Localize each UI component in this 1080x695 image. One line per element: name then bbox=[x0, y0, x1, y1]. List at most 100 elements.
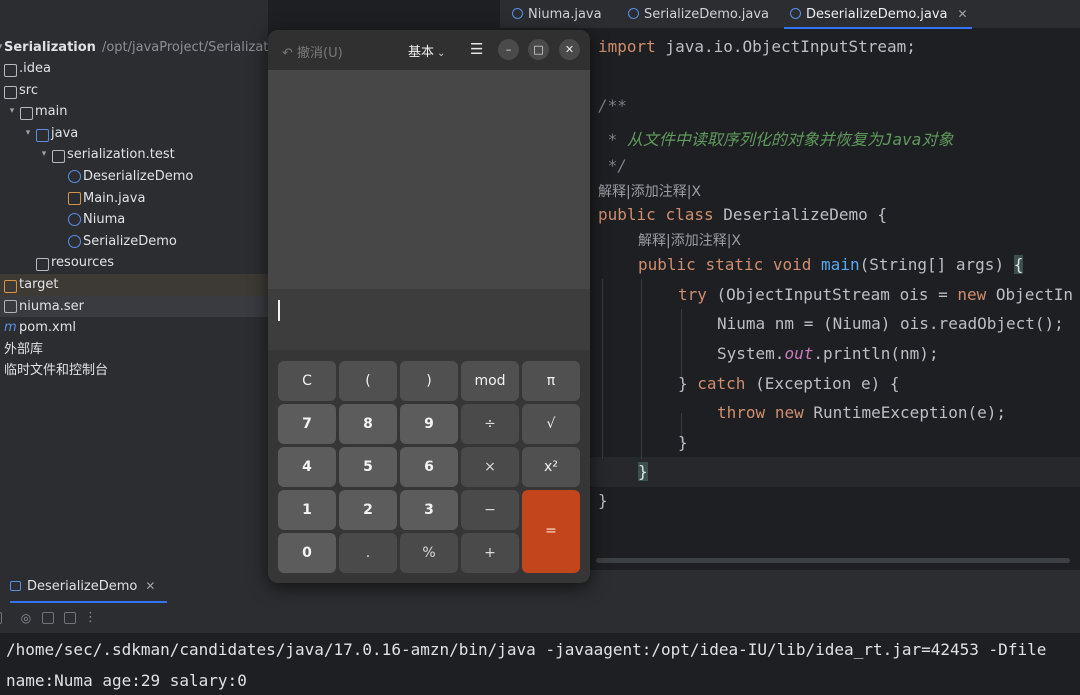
tab-serializedemo-java[interactable]: SerializeDemo.java bbox=[628, 0, 769, 29]
tree-item-label: main bbox=[35, 104, 68, 120]
tree-item[interactable]: ▸临时文件和控制台 bbox=[0, 360, 268, 382]
tree-item[interactable]: ▾ java bbox=[0, 123, 268, 145]
folder-icon bbox=[52, 150, 65, 164]
chevron-down-icon[interactable]: ▾ bbox=[38, 144, 50, 166]
chevron-down-icon[interactable]: ▾ bbox=[6, 101, 18, 123]
inlay-hint-method[interactable]: 解释|添加注释|X bbox=[638, 230, 741, 250]
tree-item[interactable]: DeserializeDemo bbox=[0, 166, 268, 188]
calculator-entry-field[interactable] bbox=[268, 289, 590, 350]
calc-key[interactable]: 8 bbox=[339, 404, 397, 444]
run-toolbar: ◎ ⋮ bbox=[0, 604, 1080, 634]
calc-key[interactable]: % bbox=[400, 533, 458, 573]
calc-key[interactable]: π bbox=[522, 361, 580, 401]
calc-key[interactable]: 1 bbox=[278, 490, 336, 530]
restore-layout-icon[interactable] bbox=[42, 612, 54, 624]
tree-item[interactable]: Niuma bbox=[0, 209, 268, 231]
folder-icon bbox=[20, 107, 33, 121]
tree-item-label: niuma.ser bbox=[19, 298, 84, 314]
tree-item[interactable]: SerializeDemo bbox=[0, 231, 268, 253]
chevron-down-icon[interactable]: ▾ bbox=[0, 80, 2, 102]
camera-icon[interactable]: ◎ bbox=[20, 612, 32, 624]
inlay-hint-class[interactable]: 解释|添加注释|X bbox=[598, 181, 701, 201]
tree-item-label: .idea bbox=[19, 61, 51, 76]
minimize-button[interactable]: – bbox=[498, 39, 519, 60]
code-editor[interactable]: import java.io.ObjectInputStream; /** * … bbox=[590, 29, 1080, 567]
maximize-button[interactable]: □ bbox=[528, 39, 549, 60]
undo-button[interactable]: ↶ 撤消(U) bbox=[282, 42, 343, 61]
indent-guide bbox=[641, 279, 642, 459]
close-icon[interactable]: ✕ bbox=[958, 7, 968, 21]
editor-horizontal-scrollbar[interactable] bbox=[596, 558, 1070, 563]
tree-item-label: resources bbox=[51, 255, 115, 271]
tree-item[interactable]: ▸ target bbox=[0, 273, 268, 296]
tree-item[interactable]: ▾ main bbox=[0, 101, 268, 123]
chevron-right-icon[interactable]: ▸ bbox=[0, 339, 2, 361]
calc-key[interactable]: C bbox=[278, 361, 336, 401]
console-line: /home/sec/.sdkman/candidates/java/17.0.1… bbox=[6, 640, 1047, 659]
maven-icon: m bbox=[4, 320, 17, 336]
tree-root-row[interactable]: ▾ Serialization/opt/javaProject/Serializ… bbox=[0, 37, 288, 59]
tree-item[interactable]: resources bbox=[0, 252, 268, 274]
tab-label: SerializeDemo.java bbox=[644, 7, 769, 22]
tree-item[interactable]: Main.java bbox=[0, 188, 268, 210]
project-tree-panel: ▾ Serialization/opt/javaProject/Serializ… bbox=[0, 0, 288, 570]
pin-tab-icon[interactable] bbox=[64, 612, 76, 624]
tree-item-label: src bbox=[19, 82, 38, 98]
tab-label: Niuma.java bbox=[528, 7, 602, 22]
calc-key[interactable]: √ bbox=[522, 404, 580, 444]
close-icon[interactable]: ✕ bbox=[145, 579, 155, 593]
calc-key[interactable]: 3 bbox=[400, 490, 458, 530]
editor-tab-bar: Niuma.java SerializeDemo.java Deserializ… bbox=[500, 0, 1080, 29]
tree-item-label: Main.java bbox=[83, 190, 146, 206]
calc-key[interactable]: . bbox=[339, 533, 397, 573]
calc-key[interactable]: 6 bbox=[400, 447, 458, 487]
tree-item[interactable]: ▸外部库 bbox=[0, 339, 268, 361]
calc-key[interactable]: ( bbox=[339, 361, 397, 401]
file-icon bbox=[4, 299, 17, 313]
calc-key[interactable]: + bbox=[461, 533, 519, 573]
tree-item-label: java bbox=[51, 125, 79, 141]
more-options-icon[interactable]: ⋮ bbox=[84, 611, 97, 624]
tree-item[interactable]: niuma.ser bbox=[0, 295, 268, 318]
close-button[interactable]: ✕ bbox=[559, 39, 580, 60]
tab-niuma-java[interactable]: Niuma.java bbox=[512, 0, 602, 29]
console-output[interactable]: /home/sec/.sdkman/candidates/java/17.0.1… bbox=[0, 634, 1080, 695]
calc-key[interactable]: 5 bbox=[339, 447, 397, 487]
calc-key[interactable]: 0 bbox=[278, 533, 336, 573]
tree-item[interactable]: ▾ serialization.test bbox=[0, 144, 268, 166]
calc-key[interactable]: 9 bbox=[400, 404, 458, 444]
mode-dropdown[interactable]: 基本 ⌄ bbox=[408, 41, 445, 60]
calc-key[interactable]: 2 bbox=[339, 490, 397, 530]
calc-key[interactable]: 7 bbox=[278, 404, 336, 444]
chevron-right-icon[interactable]: ▸ bbox=[0, 58, 2, 80]
run-tab-label: DeserializeDemo bbox=[27, 579, 138, 594]
tab-deserializedemo-java[interactable]: DeserializeDemo.java ✕ bbox=[784, 0, 972, 29]
tree-item[interactable]: ▾ src bbox=[0, 80, 268, 102]
menu-icon[interactable]: ☰ bbox=[470, 40, 483, 58]
tree-item[interactable]: m pom.xml bbox=[0, 317, 268, 339]
chevron-right-icon[interactable]: ▸ bbox=[0, 360, 2, 382]
code-line-read-object: Niuma nm = (Niuma) ois.readObject(); bbox=[717, 314, 1064, 333]
tree-item-label: SerializeDemo bbox=[83, 233, 177, 249]
calc-key[interactable]: = bbox=[522, 490, 580, 573]
indent-guide bbox=[681, 309, 682, 379]
calc-key[interactable]: ÷ bbox=[461, 404, 519, 444]
calc-key[interactable]: × bbox=[461, 447, 519, 487]
code-line-catch: } catch (Exception e) { bbox=[678, 374, 900, 393]
calc-key[interactable]: ) bbox=[400, 361, 458, 401]
calc-key[interactable]: mod bbox=[461, 361, 519, 401]
chevron-down-icon[interactable]: ▾ bbox=[22, 123, 34, 145]
run-tab-deserializedemo[interactable]: DeserializeDemo ✕ bbox=[10, 570, 168, 604]
class-icon bbox=[790, 8, 801, 19]
indent-guide bbox=[602, 279, 603, 459]
class-icon bbox=[512, 8, 523, 19]
current-line-highlight bbox=[590, 457, 1080, 487]
tree-item[interactable]: ▸ .idea bbox=[0, 58, 268, 80]
chevron-right-icon[interactable]: ▸ bbox=[0, 274, 2, 296]
code-line-throw: throw new RuntimeException(e); bbox=[717, 403, 1007, 422]
class-icon bbox=[68, 234, 81, 248]
calc-key[interactable]: − bbox=[461, 490, 519, 530]
toolbar-edge-icon[interactable] bbox=[0, 612, 2, 624]
calc-key[interactable]: 4 bbox=[278, 447, 336, 487]
calc-key[interactable]: x² bbox=[522, 447, 580, 487]
